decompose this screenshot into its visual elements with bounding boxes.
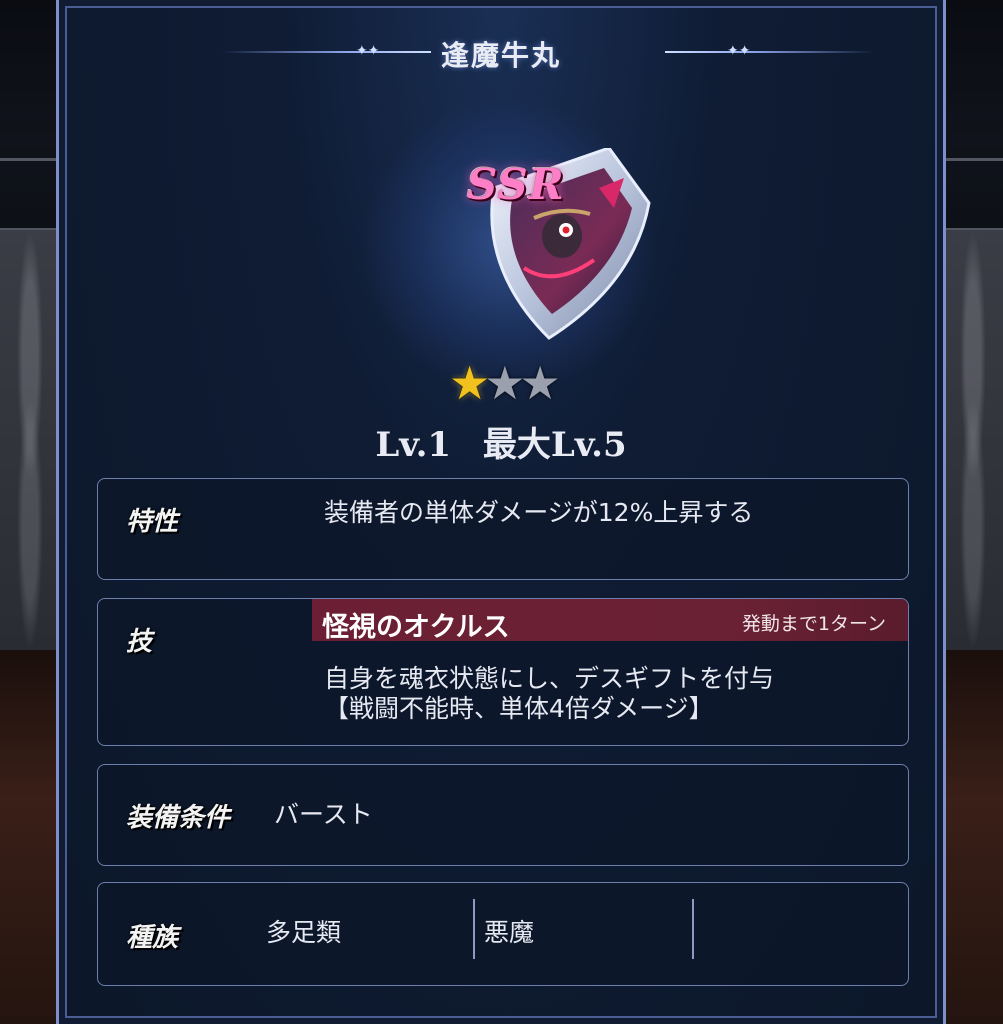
trait-label: 特性 — [126, 507, 179, 537]
skill-box: 技 怪視のオクルス 発動まで1ターン 自身を魂衣状態にし、デスギフトを付与 【戦… — [97, 598, 909, 746]
rarity-badge: SSR — [467, 160, 565, 209]
skill-label: 技 — [126, 627, 153, 657]
star-empty-icon: ★ — [484, 356, 525, 410]
race-box: 種族 多足類 悪魔 — [97, 882, 909, 986]
star-rating: ★★★ — [449, 360, 561, 406]
background-ornament-right — [943, 230, 1003, 650]
race-value-1: 多足類 — [266, 918, 342, 947]
skill-header: 怪視のオクルス 発動まで1ターン — [312, 599, 908, 643]
race-divider — [692, 899, 694, 959]
max-level: 最大Lv.5 — [482, 425, 627, 465]
skill-cooldown: 発動まで1ターン — [741, 613, 886, 635]
equip-condition-label: 装備条件 — [126, 803, 231, 833]
equip-condition-box: 装備条件 バースト — [97, 764, 909, 866]
item-title: 逢魔牛丸 — [440, 39, 561, 72]
item-detail-panel: ✦✦ ✦✦ 逢魔牛丸 SSR ★★★ Lv.1 最大Lv.5 特性 装備者の単体… — [56, 0, 946, 1024]
skill-name: 怪視のオクルス — [322, 612, 510, 643]
skill-description-line2: 【戦闘不能時、単体4倍ダメージ】 — [324, 694, 714, 723]
equip-condition-value: バースト — [274, 800, 373, 829]
level-row: Lv.1 最大Lv.5 — [59, 417, 943, 466]
star-filled-icon: ★ — [449, 356, 490, 410]
current-level: Lv.1 — [375, 425, 452, 465]
race-value-2: 悪魔 — [484, 918, 535, 947]
background-ornament-left — [0, 230, 60, 650]
race-label: 種族 — [126, 923, 179, 953]
race-divider — [473, 899, 475, 959]
trait-box: 特性 装備者の単体ダメージが12%上昇する — [97, 478, 909, 580]
star-empty-icon: ★ — [519, 356, 561, 410]
trait-text: 装備者の単体ダメージが12%上昇する — [324, 498, 754, 527]
